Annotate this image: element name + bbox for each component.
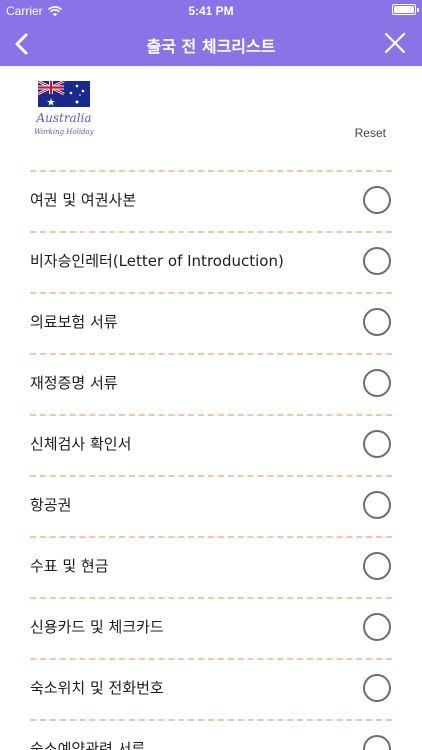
header-area: Australia Working Holiday Reset: [0, 66, 422, 170]
nav-bar: 출국 전 체크리스트: [0, 22, 422, 66]
checklist-item-label: 항공권: [30, 496, 72, 514]
checkbox-circle-icon[interactable]: [363, 674, 391, 702]
checklist-item-label: 비자승인레터(Letter of Introduction): [30, 252, 284, 270]
checklist-item[interactable]: 여권 및 여권사본: [0, 171, 422, 232]
checkbox-circle-icon[interactable]: [363, 308, 391, 336]
checklist-item-label: 재정증명 서류: [30, 374, 118, 392]
checkbox-circle-icon[interactable]: [363, 247, 391, 275]
checklist-item-label: 숙소위치 및 전화번호: [30, 679, 164, 697]
checkbox-circle-icon[interactable]: [363, 491, 391, 519]
checkbox-circle-icon[interactable]: [363, 735, 391, 750]
checkbox-circle-icon[interactable]: [363, 369, 391, 397]
checklist-item-label: 의료보험 서류: [30, 313, 118, 331]
logo-title: Australia: [36, 111, 92, 125]
status-right: [392, 4, 419, 15]
checklist-item[interactable]: 수표 및 현금: [0, 537, 422, 598]
checklist-item[interactable]: 재정증명 서류: [0, 354, 422, 415]
checklist-item[interactable]: 숙소위치 및 전화번호: [0, 659, 422, 720]
checkbox-circle-icon[interactable]: [363, 186, 391, 214]
checklist-item[interactable]: 의료보험 서류: [0, 293, 422, 354]
status-time: 5:41 PM: [188, 4, 234, 18]
checkbox-circle-icon[interactable]: [363, 613, 391, 641]
checklist-item[interactable]: 신체검사 확인서: [0, 415, 422, 476]
reset-button[interactable]: Reset: [355, 126, 386, 140]
checkbox-circle-icon[interactable]: [363, 430, 391, 458]
status-bar: Carrier 5:41 PM: [0, 0, 422, 22]
logo-subtitle: Working Holiday: [34, 128, 94, 136]
australia-logo: Australia Working Holiday: [30, 81, 98, 143]
checklist-item[interactable]: 비자승인레터(Letter of Introduction): [0, 232, 422, 293]
checklist-item[interactable]: 신용카드 및 체크카드: [0, 598, 422, 659]
page-title: 출국 전 체크리스트: [146, 37, 276, 56]
checklist-item[interactable]: 숙소예약관련 서류: [0, 720, 422, 750]
close-icon[interactable]: [384, 32, 406, 54]
checklist-item[interactable]: 항공권: [0, 476, 422, 537]
checklist-item-label: 숙소예약관련 서류: [30, 740, 146, 750]
battery-icon: [392, 4, 419, 15]
checklist-item-label: 수표 및 현금: [30, 557, 109, 575]
checklist-item-label: 여권 및 여권사본: [30, 191, 137, 209]
checklist-item-label: 신체검사 확인서: [30, 435, 132, 453]
checkbox-circle-icon[interactable]: [363, 552, 391, 580]
australia-flag-icon: [38, 81, 90, 107]
checklist-item-label: 신용카드 및 체크카드: [30, 618, 164, 636]
